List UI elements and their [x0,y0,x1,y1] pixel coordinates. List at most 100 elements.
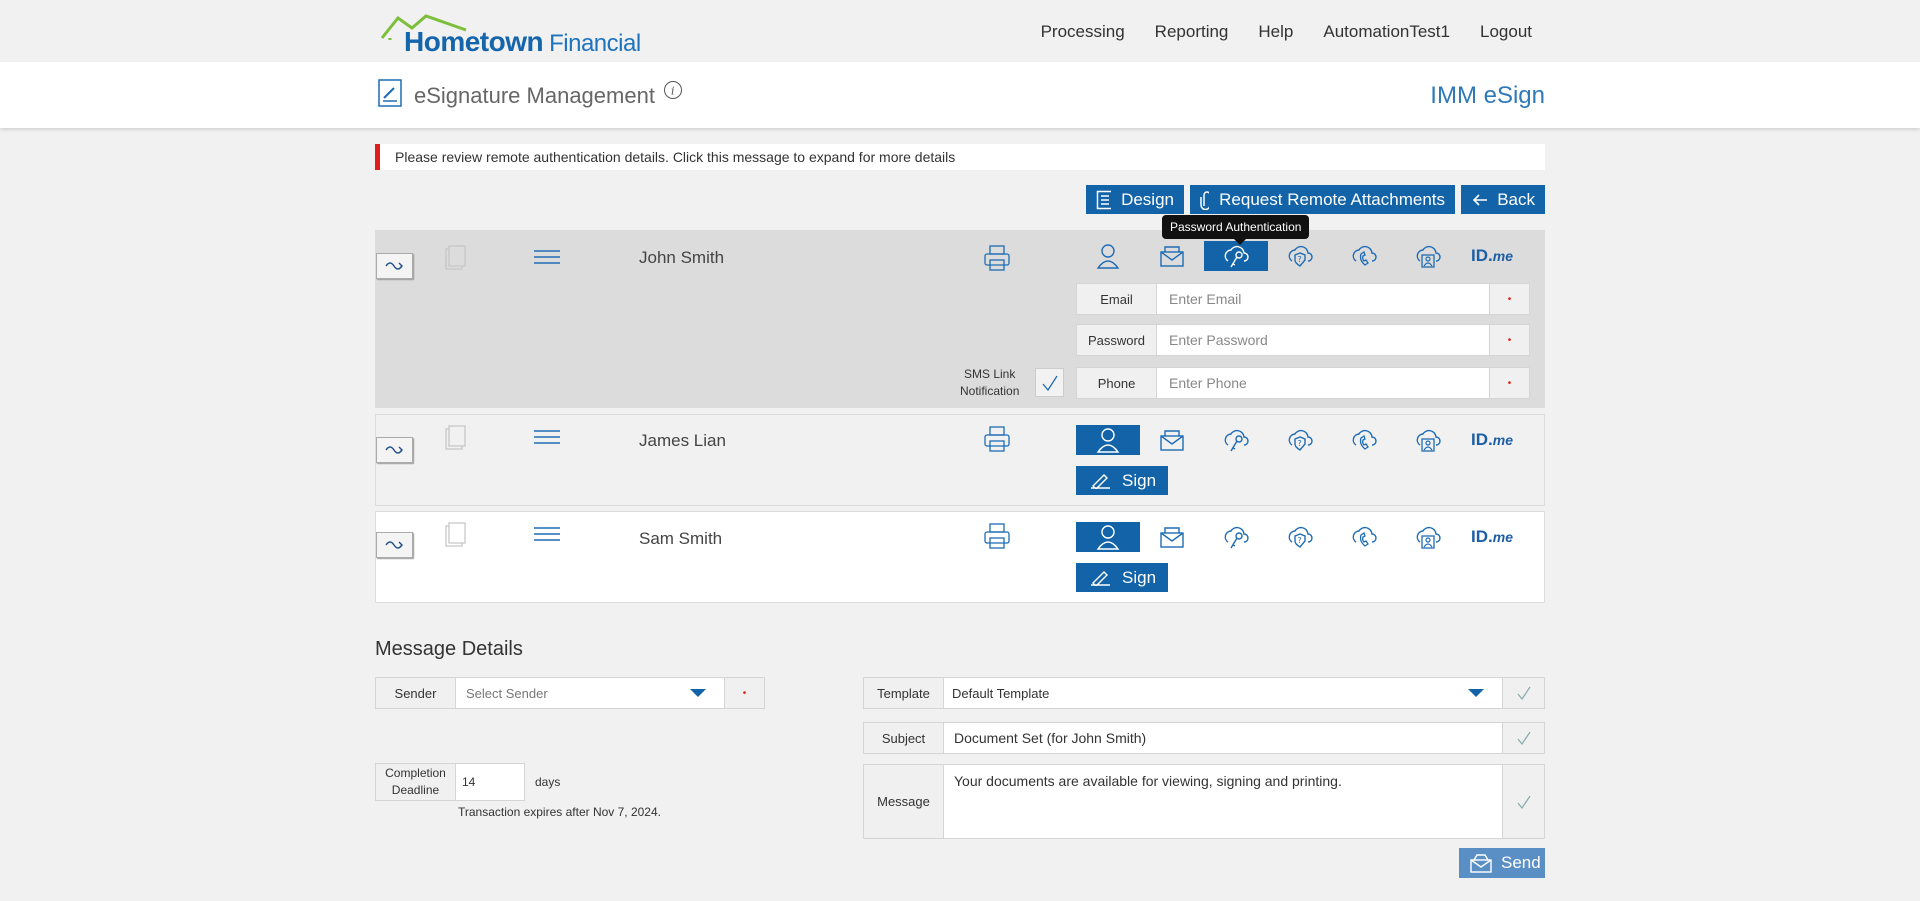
nav-processing[interactable]: Processing [1041,22,1125,42]
send-envelope-icon [1470,854,1492,873]
cloud-phone-icon [1352,429,1377,450]
nav-reporting[interactable]: Reporting [1155,22,1229,42]
password-required-indicator: • [1489,325,1529,355]
auth-email[interactable] [1140,522,1204,552]
auth-idme[interactable]: ID.me [1460,522,1524,552]
deadline-label: Completion Deadline [376,764,456,800]
signer-name: John Smith [639,248,725,267]
app-name: IMM eSign [1430,82,1545,109]
subject-input[interactable]: Document Set (for John Smith) [944,723,1502,753]
envelope-icon [1160,246,1184,267]
auth-password[interactable] [1204,425,1268,455]
phone-field[interactable] [1157,368,1489,398]
hamburger-menu-icon[interactable] [534,429,560,447]
expires-text: Transaction expires after Nov 7, 2024. [458,805,661,819]
arrow-left-icon [1472,193,1488,206]
email-label: Email [1077,284,1157,314]
sms-notification-checkbox[interactable] [1035,368,1064,397]
deadline-input[interactable]: 14 [456,764,524,800]
cloud-phone-icon [1352,526,1377,547]
cloud-id-card-icon [1416,429,1441,452]
password-auth-tooltip: Password Authentication [1162,215,1310,245]
signer-row-john-smith: John Smith ? ID.me Email • Password • Ph… [375,230,1545,408]
printer-icon[interactable] [983,522,1011,550]
cloud-key-icon [1224,245,1249,268]
signer-row-james-lian: James Lian ? ID.me Sign [375,414,1545,506]
auth-id-photo[interactable] [1396,425,1460,455]
back-button[interactable]: Back [1461,185,1545,214]
sign-button[interactable]: Sign [1076,563,1168,592]
auth-user[interactable] [1076,425,1140,455]
route-arrow-icon[interactable] [376,532,413,558]
auth-kba[interactable]: ? [1268,522,1332,552]
printer-icon[interactable] [983,244,1011,272]
request-attachments-label: Request Remote Attachments [1219,189,1445,209]
sign-label: Sign [1122,567,1157,587]
hamburger-menu-icon[interactable] [534,526,560,544]
message-textarea[interactable]: Your documents are available for viewing… [944,765,1502,838]
brand-name: Hometown Financial [404,26,641,57]
auth-email[interactable] [1140,425,1204,455]
password-field[interactable] [1157,325,1489,355]
envelope-icon [1160,527,1184,548]
signer-name: Sam Smith [639,529,723,548]
document-page-icon [445,245,466,270]
signer-name: James Lian [639,431,726,450]
auth-user[interactable] [1076,241,1140,271]
email-required-indicator: • [1489,284,1529,314]
nav-user[interactable]: AutomationTest1 [1323,22,1450,42]
user-icon [1096,244,1120,269]
request-attachments-button[interactable]: Request Remote Attachments [1190,185,1455,214]
message-label: Message [864,765,944,838]
sign-button[interactable]: Sign [1076,466,1168,495]
hometown-logo[interactable]: Hometown Financial [378,12,648,57]
chevron-down-icon [690,689,706,697]
auth-id-photo[interactable] [1396,522,1460,552]
sender-row: Sender Select Sender • [375,677,765,709]
send-button[interactable]: Send [1459,848,1545,878]
remote-auth-alert[interactable]: Please review remote authentication deta… [375,144,1545,170]
hamburger-menu-icon[interactable] [534,249,560,267]
auth-password[interactable] [1204,522,1268,552]
auth-idme[interactable]: ID.me [1460,241,1524,271]
auth-phone[interactable] [1332,522,1396,552]
auth-user[interactable] [1076,522,1140,552]
info-icon[interactable]: i [663,80,683,100]
template-select[interactable]: Default Template [944,678,1502,708]
sender-label: Sender [376,678,456,708]
template-check [1502,678,1544,708]
user-icon [1096,525,1120,550]
cloud-key-icon [1224,429,1249,452]
auth-methods: ? ID.me [1076,522,1524,552]
auth-phone[interactable] [1332,241,1396,271]
cloud-key-icon [1224,526,1249,549]
auth-id-photo[interactable] [1396,241,1460,271]
auth-kba[interactable]: ? [1268,241,1332,271]
chevron-down-icon [1468,689,1484,697]
template-row: Template Default Template [863,677,1545,709]
auth-phone[interactable] [1332,425,1396,455]
auth-methods: ? ID.me [1076,425,1524,455]
auth-idme[interactable]: ID.me [1460,425,1524,455]
auth-kba[interactable]: ? [1268,425,1332,455]
envelope-icon [1160,430,1184,451]
nav-logout[interactable]: Logout [1480,22,1532,42]
design-list-icon [1096,190,1112,209]
sms-notification-label: SMS Link Notification [960,367,1020,398]
printer-icon[interactable] [983,425,1011,453]
page-title: eSignature Management [414,83,655,108]
email-field[interactable] [1157,284,1489,314]
svg-text:?: ? [1298,536,1302,545]
checkmark-icon [1517,731,1530,746]
auth-password[interactable] [1204,241,1268,271]
pen-sign-icon [1091,473,1110,489]
design-button[interactable]: Design [1086,185,1184,214]
auth-email[interactable] [1140,241,1204,271]
subject-row: Subject Document Set (for John Smith) [863,722,1545,754]
nav-help[interactable]: Help [1258,22,1293,42]
checkmark-icon [1042,375,1058,391]
route-arrow-icon[interactable] [376,253,413,279]
route-arrow-icon[interactable] [376,437,413,463]
sender-select[interactable]: Select Sender [456,678,724,708]
top-bar [0,0,1920,62]
